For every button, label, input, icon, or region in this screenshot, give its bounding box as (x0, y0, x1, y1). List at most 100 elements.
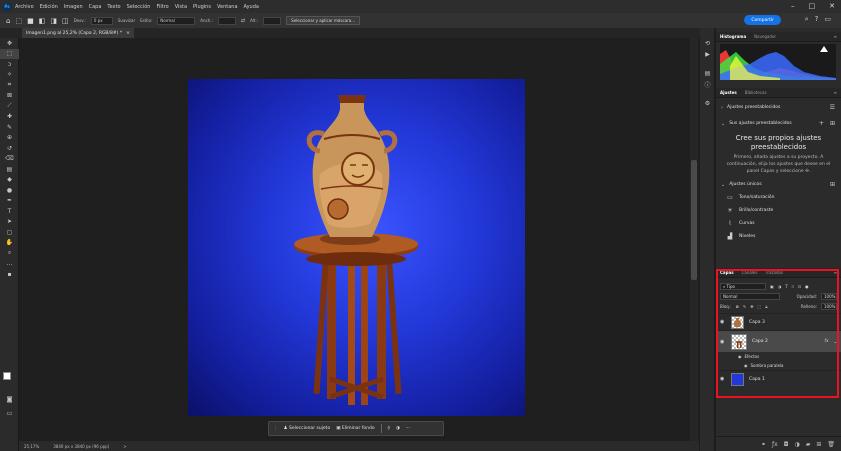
subtract-selection-icon[interactable]: ◨ (50, 17, 57, 25)
height-input[interactable] (263, 16, 282, 25)
pen-tool-icon[interactable]: ✒ (0, 196, 19, 207)
dodge-tool-icon[interactable]: ● (0, 185, 19, 196)
blur-tool-icon[interactable]: ◆ (0, 175, 19, 186)
adjustment-curves[interactable]: ⌇ Curvas (716, 217, 841, 230)
add-style-icon[interactable]: ƒx (772, 441, 778, 448)
eraser-icon[interactable]: ⌫ (0, 154, 19, 165)
smooth-checkbox[interactable]: Suavizar (118, 18, 135, 23)
lock-transparent-icon[interactable]: ⊠ (735, 304, 738, 309)
home-icon[interactable]: ⌂ (6, 17, 10, 25)
document-image[interactable] (188, 79, 525, 416)
help-icon[interactable]: ? (815, 15, 819, 24)
workspace-icon[interactable]: ▭ (824, 15, 831, 24)
more-tools-icon[interactable]: … (0, 259, 19, 270)
clone-stamp-icon[interactable]: ⊕ (0, 133, 19, 144)
default-colors-icon[interactable]: ▪ (0, 269, 19, 280)
link-layers-icon[interactable]: ⚭ (761, 441, 766, 448)
add-icon[interactable]: + (819, 120, 824, 127)
tab-layers[interactable]: Capas (720, 270, 734, 275)
eye-icon[interactable]: ◉ (720, 339, 726, 345)
tab-paths[interactable]: Trazados (765, 270, 783, 275)
vertical-scroll-thumb[interactable] (691, 160, 697, 280)
type-tool-icon[interactable]: T (0, 206, 19, 217)
menu-capa[interactable]: Capa (89, 4, 102, 10)
filter-pixel-icon[interactable]: ▣ (770, 284, 774, 289)
select-subject-button[interactable]: ♟ Seleccionar sujeto (284, 426, 331, 431)
width-input[interactable] (217, 16, 236, 25)
history-icon[interactable]: ⟲ (700, 38, 715, 49)
adjustments-menu-icon[interactable]: ≡ (834, 90, 837, 95)
more-options-button[interactable]: ··· (406, 426, 410, 431)
drop-shadow-row[interactable]: ◉ Sombra paralela (716, 361, 841, 370)
menu-archivo[interactable]: Archivo (15, 4, 34, 10)
move-tool-icon[interactable]: ✥ (0, 38, 19, 49)
adjustment-brightness-contrast[interactable]: ☀ Brillo/contraste (716, 204, 841, 217)
menu-ventana[interactable]: Ventana (217, 4, 238, 10)
menu-texto[interactable]: Texto (107, 4, 120, 10)
filter-toggle-icon[interactable]: ● (805, 284, 809, 289)
marquee-tool-icon[interactable]: ⬚ (15, 17, 22, 25)
my-presets-section-toggle[interactable]: ⌄ Sus ajustes preestablecidos + ⊞ (716, 117, 841, 130)
lock-artboard-icon[interactable]: ⬚ (758, 304, 762, 309)
foreground-color-swatch[interactable] (3, 372, 11, 380)
layer-kind-filter[interactable]: ⌕ Tipo (720, 282, 766, 290)
tab-adjustments[interactable]: Ajustes (720, 90, 737, 95)
layers-menu-icon[interactable]: ≡ (834, 270, 837, 275)
opacity-input[interactable]: 100% (821, 292, 837, 300)
tab-channels[interactable]: Canales (742, 270, 758, 275)
eyedropper-icon[interactable]: ⟋ (0, 101, 19, 112)
search-icon[interactable]: ⌕ (805, 15, 809, 24)
chevron-down-icon[interactable]: ⌄ (834, 339, 837, 344)
eye-icon[interactable]: ◉ (744, 363, 748, 368)
drag-handle-icon[interactable]: ⋮ (273, 426, 278, 431)
add-selection-icon[interactable]: ◧ (39, 17, 46, 25)
layer-effects-badge[interactable]: fx (824, 339, 828, 344)
add-mask-icon[interactable]: ◘ (784, 441, 789, 448)
frame-tool-icon[interactable]: ⊠ (0, 91, 19, 102)
histogram-menu-icon[interactable]: ≡ (834, 34, 837, 39)
intersect-selection-icon[interactable]: ◫ (62, 17, 69, 25)
eye-icon[interactable]: ◉ (720, 319, 726, 325)
select-and-mask-button[interactable]: Seleccionar y aplicar máscara... (286, 16, 361, 25)
menu-plugins[interactable]: Plugins (193, 4, 211, 10)
quick-mask-icon[interactable]: ◙ (0, 394, 19, 405)
filter-type-icon[interactable]: T (785, 284, 787, 289)
minimize-icon[interactable]: – (791, 2, 795, 10)
lock-position-icon[interactable]: ✥ (750, 304, 753, 309)
maximize-icon[interactable]: □ (809, 2, 816, 10)
adjustment-hue-saturation[interactable]: ▭ Tono/saturación (716, 191, 841, 204)
blend-mode-select[interactable]: Normal (720, 292, 780, 300)
swap-icon[interactable]: ⇄ (241, 18, 245, 24)
play-icon[interactable]: ▶ (700, 49, 715, 60)
object-selection-icon[interactable]: ✧ (0, 70, 19, 81)
screen-mode-icon[interactable]: ▭ (0, 408, 19, 419)
menu-filtro[interactable]: Filtro (156, 4, 168, 10)
properties-icon[interactable]: ⚙ (700, 98, 715, 109)
menu-imagen[interactable]: Imagen (64, 4, 83, 10)
presets-section-toggle[interactable]: › Ajustes preestablecidos ☰ (716, 101, 841, 114)
new-adjustment-icon[interactable]: ◑ (794, 441, 799, 448)
fill-input[interactable]: 100% (821, 302, 837, 310)
menu-seleccion[interactable]: Selección (127, 4, 151, 10)
shape-tool-icon[interactable]: ▢ (0, 227, 19, 238)
filter-smart-object-icon[interactable]: ⊡ (798, 284, 801, 289)
filter-shape-icon[interactable]: ⌑ (792, 284, 794, 289)
path-selection-icon[interactable]: ➤ (0, 217, 19, 228)
layer-comps-icon[interactable]: ▤ (700, 68, 715, 79)
adjust-icon[interactable]: ◑ (396, 426, 400, 431)
single-adjustments-toggle[interactable]: ⌄ Ajustes únicos ⊞ (716, 178, 841, 191)
menu-ayuda[interactable]: Ayuda (244, 4, 259, 10)
history-brush-icon[interactable]: ↺ (0, 143, 19, 154)
transform-icon[interactable]: ⟠ (388, 426, 390, 431)
rectangular-marquee-icon[interactable]: ⬚ (0, 48, 19, 59)
feather-input[interactable]: 0 px (90, 16, 113, 25)
new-group-icon[interactable]: ▰ (806, 441, 811, 448)
effects-row[interactable]: ◉ Efectos (716, 352, 841, 361)
grid-view-icon[interactable]: ⊞ (830, 181, 835, 188)
style-select[interactable]: Normal (157, 16, 196, 25)
share-button[interactable]: Compartir (744, 15, 781, 25)
hand-tool-icon[interactable]: ✋ (0, 238, 19, 249)
gradient-icon[interactable]: ▤ (0, 164, 19, 175)
new-selection-icon[interactable]: ■ (27, 17, 34, 25)
healing-brush-icon[interactable]: ✚ (0, 112, 19, 123)
